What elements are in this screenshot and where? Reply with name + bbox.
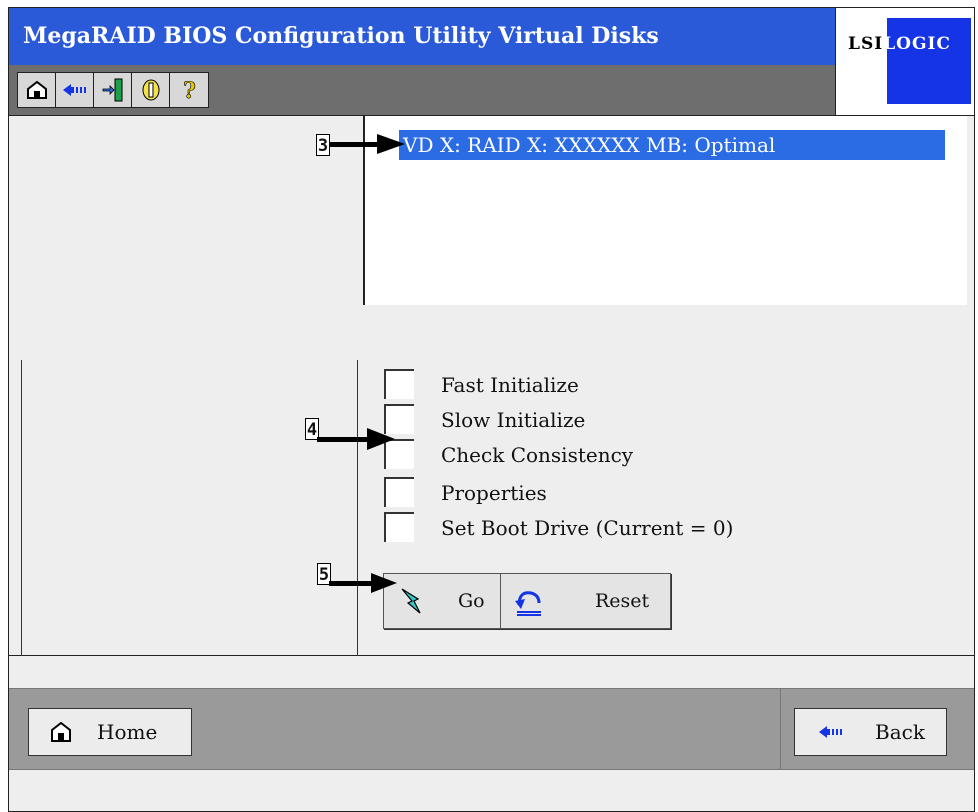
help-icon: ? <box>183 78 196 102</box>
marker-4-arrow <box>317 428 395 450</box>
option-slow-initialize[interactable]: Slow Initialize <box>384 404 824 436</box>
home-icon <box>51 722 71 742</box>
panel-divider-left <box>21 360 22 656</box>
virtual-disk-list[interactable]: VD X: RAID X: XXXXXX MB: Optimal <box>363 116 967 305</box>
option-set-boot-drive[interactable]: Set Boot Drive (Current = 0) <box>384 512 824 544</box>
fast-initialize-checkbox[interactable] <box>384 369 414 399</box>
toolbar-events-button[interactable] <box>132 73 170 107</box>
back-arrow-icon <box>819 726 842 738</box>
title-bar: MegaRAID BIOS Configuration Utility Virt… <box>9 8 835 65</box>
toolbar: ? <box>17 72 209 108</box>
back-label: Back <box>875 720 925 744</box>
properties-label: Properties <box>441 481 547 505</box>
app-window: MegaRAID BIOS Configuration Utility Virt… <box>8 7 975 812</box>
action-buttons: Go Reset <box>383 573 671 629</box>
option-check-consistency[interactable]: Check Consistency <box>384 439 824 471</box>
back-arrow-icon <box>62 84 86 96</box>
slow-initialize-label: Slow Initialize <box>441 408 586 432</box>
home-icon <box>26 80 47 99</box>
events-icon <box>142 79 159 101</box>
option-fast-initialize[interactable]: Fast Initialize <box>384 369 824 401</box>
logo-blue-block <box>887 18 971 104</box>
reset-icon <box>515 591 541 616</box>
panel-divider-middle <box>357 360 358 656</box>
main-panel: VD X: RAID X: XXXXXX MB: Optimal Fast In… <box>9 116 974 656</box>
logo-text-lsi: LSI <box>848 34 884 54</box>
set-boot-drive-checkbox[interactable] <box>384 512 414 542</box>
toolbar-home-button[interactable] <box>18 73 56 107</box>
home-label: Home <box>97 720 158 744</box>
option-properties[interactable]: Properties <box>384 477 824 509</box>
marker-3-number: 3 <box>316 134 330 156</box>
check-consistency-label: Check Consistency <box>441 443 634 467</box>
marker-5-arrow <box>329 573 397 593</box>
bottom-bar-divider <box>780 689 781 769</box>
fast-initialize-label: Fast Initialize <box>441 373 579 397</box>
set-boot-drive-label: Set Boot Drive (Current = 0) <box>441 516 734 540</box>
reset-button[interactable]: Reset <box>501 574 670 628</box>
back-button[interactable]: Back <box>794 708 947 756</box>
toolbar-exit-button[interactable] <box>94 73 132 107</box>
exit-icon <box>102 78 122 102</box>
marker-3-arrow <box>329 134 405 154</box>
window-title: MegaRAID BIOS Configuration Utility Virt… <box>23 23 659 49</box>
header: MegaRAID BIOS Configuration Utility Virt… <box>9 8 836 116</box>
logo-text-logic: LOGIC <box>883 34 951 54</box>
svg-text:?: ? <box>183 78 196 102</box>
reset-label: Reset <box>595 590 650 612</box>
go-label: Go <box>458 590 485 612</box>
bottom-bar: Home Back <box>9 688 974 770</box>
toolbar-back-button[interactable] <box>56 73 94 107</box>
lsi-logo: LSILOGIC <box>836 8 974 116</box>
properties-checkbox[interactable] <box>384 477 414 507</box>
virtual-disk-item[interactable]: VD X: RAID X: XXXXXX MB: Optimal <box>399 130 945 160</box>
toolbar-help-button[interactable]: ? <box>170 73 208 107</box>
logo-text: LSILOGIC <box>848 34 951 54</box>
home-button[interactable]: Home <box>28 708 192 756</box>
